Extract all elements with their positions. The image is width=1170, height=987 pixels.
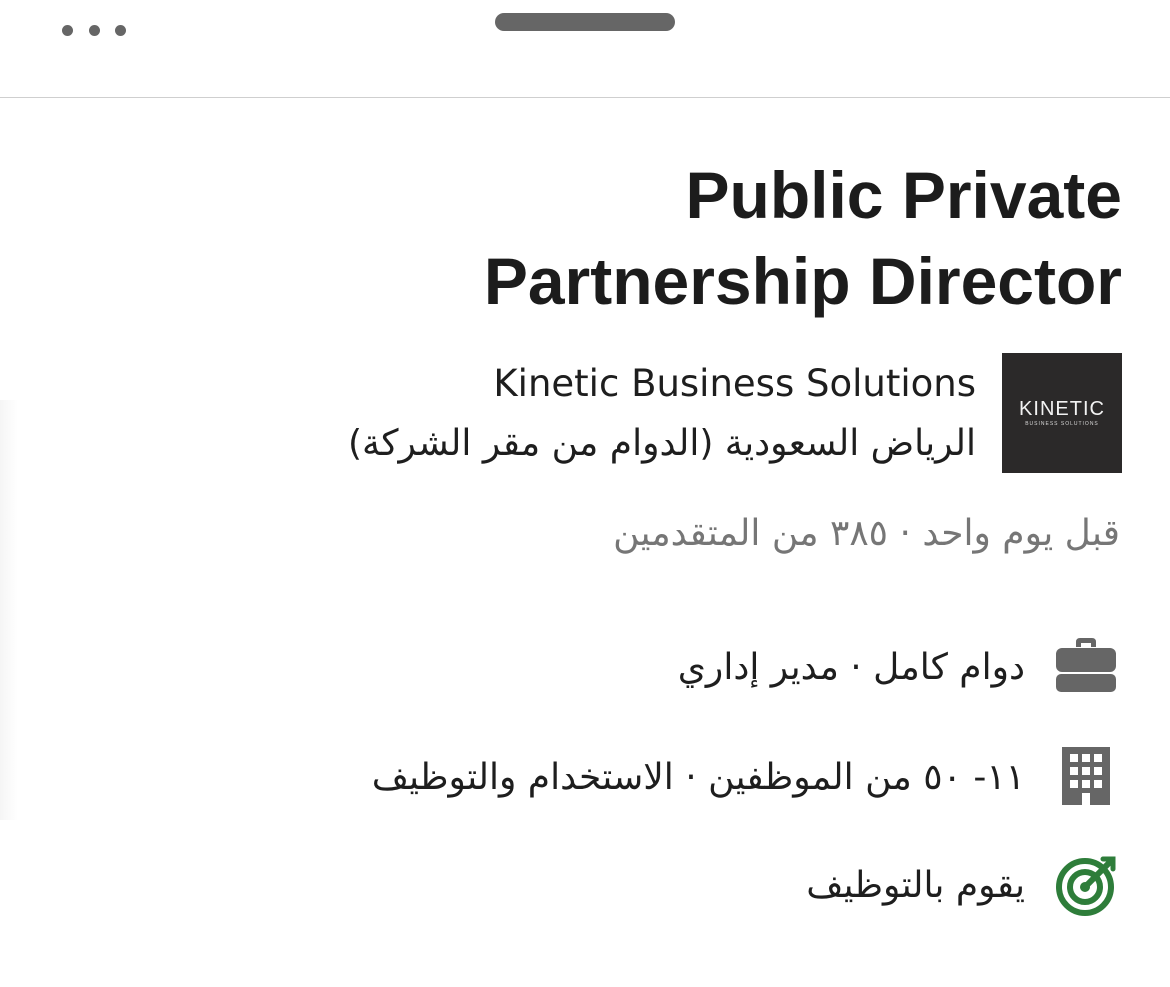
drag-handle[interactable] xyxy=(495,13,675,31)
company-logo-subtext: BUSINESS SOLUTIONS xyxy=(1025,421,1099,427)
more-horizontal-icon xyxy=(62,24,73,36)
more-horizontal-icon-dot xyxy=(115,24,126,36)
more-horizontal-icon-dot xyxy=(88,24,100,36)
posted-and-applicants: قبل يوم واحد · ٣٨٥ من المتقدمين xyxy=(613,513,1120,554)
building-icon xyxy=(1062,747,1110,805)
company-location: الرياض السعودية (الدوام من مقر الشركة) xyxy=(347,423,976,464)
job-title: Public Private Partnership Director xyxy=(483,158,1122,318)
briefcase-icon xyxy=(1056,638,1116,692)
target-icon xyxy=(1056,856,1116,916)
insight-job-type: دوام كامل · مدير إداري xyxy=(677,647,1025,688)
job-detail-sheet: Public Private Partnership Director KINE… xyxy=(0,0,1170,987)
insight-actively-hiring: يقوم بالتوظيف xyxy=(806,865,1025,906)
top-bar xyxy=(0,0,1170,98)
sheet-edge-shadow xyxy=(0,400,18,820)
insight-company-size: ١١- ٥٠ من الموظفين · الاستخدام والتوظيف xyxy=(371,757,1025,798)
company-logo[interactable]: KINETIC BUSINESS SOLUTIONS xyxy=(1002,353,1122,473)
company-logo-text: KINETIC xyxy=(1019,398,1105,420)
company-name-link[interactable]: Kinetic Business Solutions xyxy=(276,360,976,408)
more-options-button[interactable] xyxy=(58,18,130,42)
